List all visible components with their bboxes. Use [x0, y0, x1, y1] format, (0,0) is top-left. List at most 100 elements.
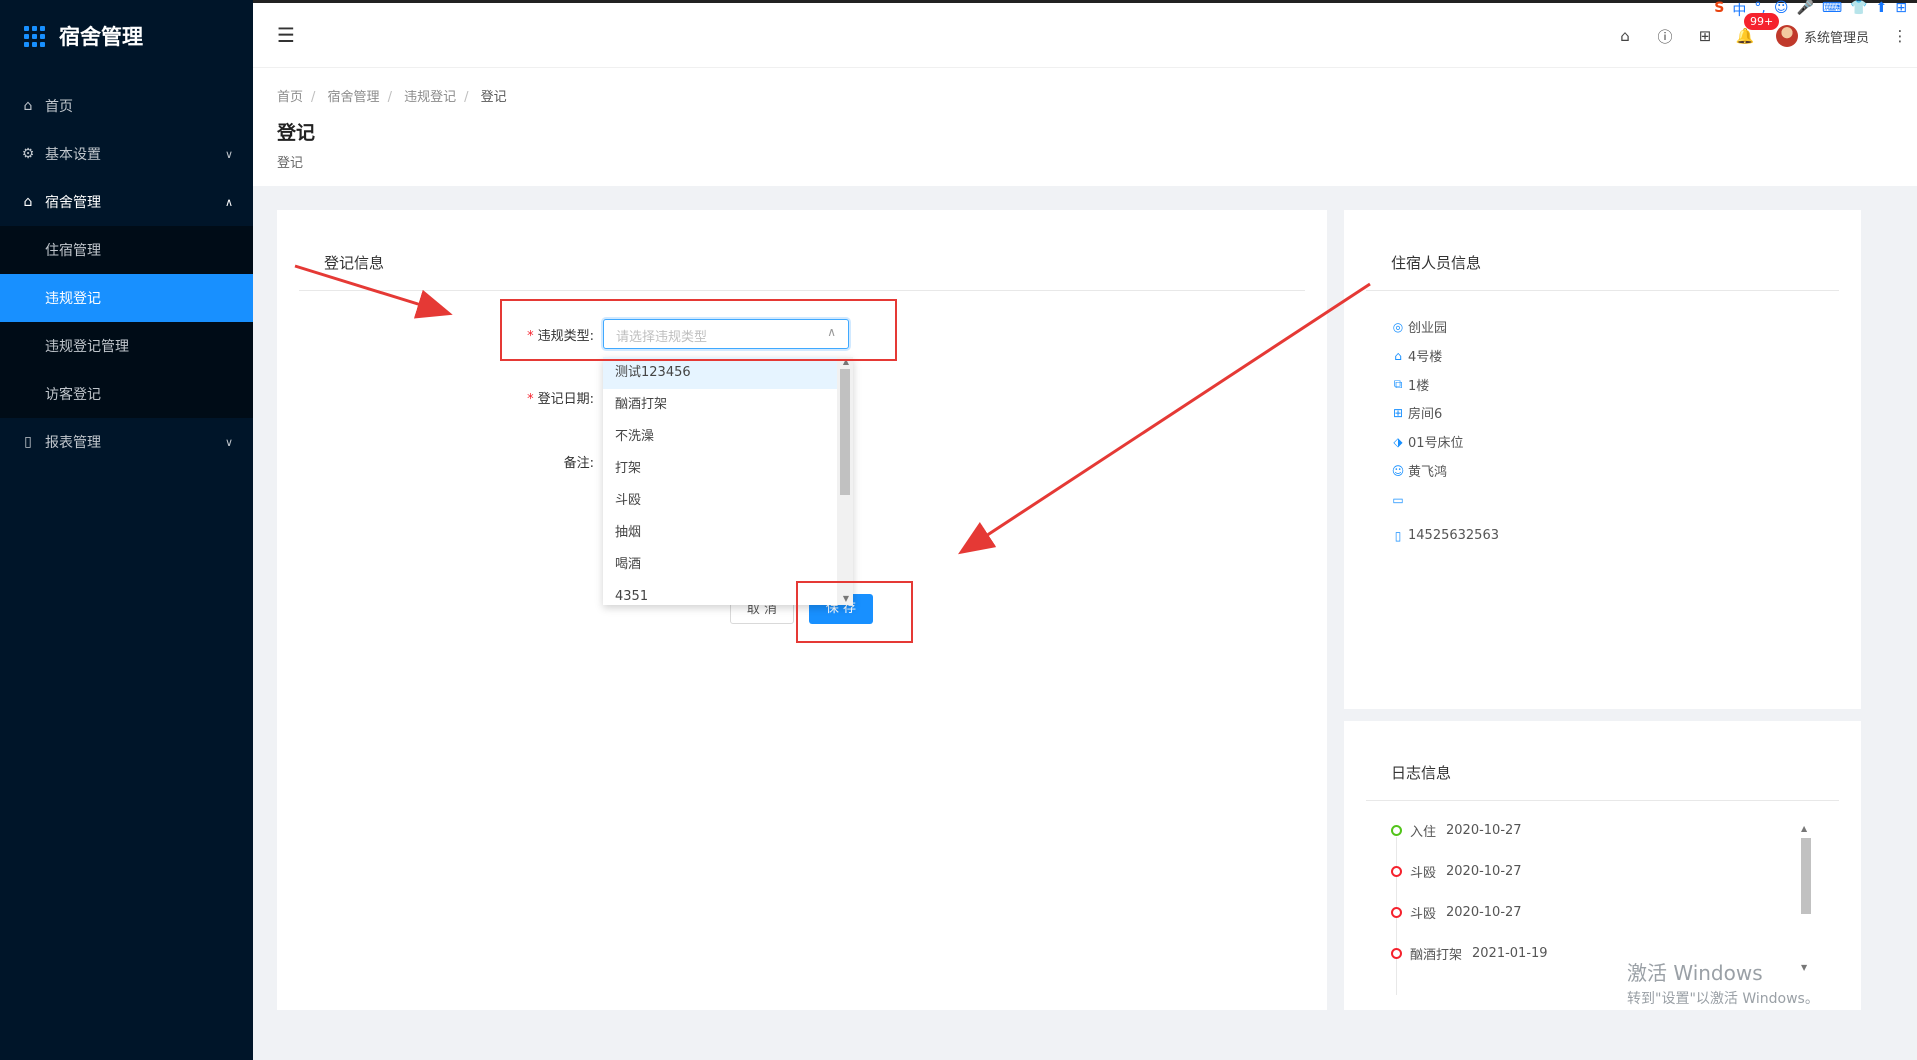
divider [299, 290, 1305, 291]
chevron-down-icon: ∨ [224, 147, 233, 161]
menu-fold-icon[interactable]: ☰ [277, 23, 295, 47]
card-title: 登记信息 [324, 254, 385, 272]
grid-icon[interactable]: ⊞ [1895, 0, 1907, 20]
id-card-icon: ▭ [1392, 493, 1404, 507]
annotation-box-select [500, 299, 897, 361]
microphone-icon[interactable]: 🎤 [1796, 0, 1813, 20]
chevron-up-icon: ∧ [224, 195, 233, 209]
bell-icon[interactable]: 🔔 99+ [1736, 13, 1780, 45]
sidebar-item-accommodation[interactable]: 住宿管理 [0, 226, 253, 274]
user-menu[interactable]: 系统管理员 [1775, 25, 1869, 47]
scroll-up-icon[interactable]: ▲ [1801, 824, 1807, 833]
info-bed: ⬗ 01号床位 [1391, 432, 1463, 452]
keyboard-icon[interactable]: ⌨ [1822, 0, 1842, 20]
date-label: * 登记日期: [527, 392, 594, 407]
dropdown-option[interactable]: 喝酒 [603, 549, 837, 581]
gear-icon: ⚙ [21, 146, 35, 162]
tag-icon: ⬗ [1393, 434, 1403, 449]
system-tray: S 中 °, ☺ 🎤 ⌨ 👕 ⬆ ⊞ [1714, 0, 1907, 20]
sidebar-item-reports[interactable]: ▯ 报表管理 ∨ [0, 418, 253, 466]
location-pin-icon: ◎ [1392, 319, 1404, 334]
log-scrollbar[interactable]: ▲ ▼ [1799, 824, 1813, 972]
top-header: ☰ S 中 °, ☺ 🎤 ⌨ 👕 ⬆ ⊞ ⌂ ⓘ ⊞ 🔔 99+ 系统管理员 ⋮ [253, 0, 1917, 68]
timeline-dot [1391, 866, 1402, 877]
card-title: 住宿人员信息 [1391, 254, 1482, 272]
card-title: 日志信息 [1391, 764, 1452, 782]
register-card: 登记信息 * 违规类型: 请选择违规类型 ∧ * 登记日期: 备注: 取 消 保 存… [277, 210, 1327, 1010]
dropdown-option[interactable]: 不洗澡 [603, 421, 837, 453]
more-vertical-icon[interactable]: ⋮ [1891, 27, 1909, 45]
sidebar-item-visitor-register[interactable]: 访客登记 [0, 370, 253, 418]
breadcrumb-item[interactable]: 违规登记 [404, 90, 456, 105]
info-floor: ⧉ 1楼 [1391, 375, 1430, 394]
divider [1366, 800, 1839, 801]
scrollbar-thumb[interactable] [1801, 838, 1811, 914]
sidebar-item-home[interactable]: ⌂ 首页 [0, 82, 253, 130]
info-id-card: ▭ [1391, 493, 1408, 507]
sidebar-item-label: 违规登记 [45, 291, 101, 307]
resident-info-card: 住宿人员信息 ◎ 创业园 ⌂ 4号楼 ⧉ 1楼 ⊞ 房间6 ⬗ 01号床位 ☺ 黄飞鸿 ▭ … [1344, 210, 1861, 709]
log-entry: 斗殴 2020-10-27 [1391, 862, 1522, 881]
floor-icon: ⧉ [1393, 377, 1403, 391]
dropdown-option[interactable]: 酗酒打架 [603, 389, 837, 421]
annotation-box-save [796, 581, 913, 643]
violation-type-dropdown: 测试123456 酗酒打架 不洗澡 打架 斗殴 抽烟 喝酒 4351 ▲ ▼ [603, 357, 853, 605]
sidebar-item-label: 违规登记管理 [45, 339, 129, 355]
smile-icon: ☺ [1391, 463, 1405, 478]
timeline-dot [1391, 948, 1402, 959]
log-entry: 斗殴 2020-10-27 [1391, 903, 1522, 922]
header-actions: ⌂ ⓘ ⊞ 🔔 99+ 系统管理员 ⋮ [1616, 13, 1909, 47]
sidebar-item-label: 首页 [45, 99, 73, 115]
sidebar-item-basic-settings[interactable]: ⚙ 基本设置 ∨ [0, 130, 253, 178]
sidebar-item-dorm-management[interactable]: ⌂ 宿舍管理 ∧ [0, 178, 253, 226]
log-entry: 入住 2020-10-27 [1391, 821, 1522, 840]
home-icon[interactable]: ⌂ [1616, 27, 1634, 45]
dropdown-option[interactable]: 抽烟 [603, 517, 837, 549]
breadcrumb: 首页 / 宿舍管理 / 违规登记 / 登记 [277, 90, 507, 105]
page-header: 首页 / 宿舍管理 / 违规登记 / 登记 登记 登记 [253, 68, 1917, 186]
info-campus: ◎ 创业园 [1392, 319, 1448, 337]
room-icon: ⊞ [1392, 405, 1404, 420]
home-icon: ⌂ [23, 98, 33, 114]
sidebar-item-label: 访客登记 [45, 387, 101, 403]
notification-badge: 99+ [1743, 13, 1780, 30]
info-building: ⌂ 4号楼 [1391, 346, 1442, 366]
avatar [1775, 25, 1798, 47]
breadcrumb-item[interactable]: 宿舍管理 [328, 90, 380, 105]
sidebar-item-violation-register[interactable]: 违规登记 [0, 274, 253, 322]
chevron-down-icon: ∨ [224, 435, 233, 449]
sidebar-item-label: 基本设置 [45, 147, 101, 163]
sidebar-item-label: 住宿管理 [45, 243, 101, 259]
sidebar-submenu: 住宿管理 违规登记 违规登记管理 访客登记 [0, 226, 253, 418]
remark-label: 备注: [563, 456, 594, 471]
phone-icon: ▯ [1394, 528, 1402, 543]
apps-grid-icon [24, 25, 45, 47]
timeline-dot [1391, 825, 1402, 836]
home-icon: ⌂ [23, 194, 33, 210]
page-subtitle: 登记 [277, 156, 304, 171]
sidebar-item-label: 宿舍管理 [45, 195, 101, 211]
breadcrumb-current: 登记 [480, 90, 507, 105]
app-title: 宿舍管理 [59, 25, 143, 49]
apps-icon[interactable]: ⊞ [1696, 27, 1714, 45]
log-entry: 酗酒打架 2021-01-19 [1391, 944, 1548, 963]
page-title: 登记 [277, 122, 316, 144]
sidebar-item-violation-management[interactable]: 违规登记管理 [0, 322, 253, 370]
dropdown-option[interactable]: 测试123456 [603, 357, 837, 389]
windows-activation-watermark: 激活 Windows 转到"设置"以激活 Windows。 [1627, 961, 1819, 1007]
document-icon: ▯ [24, 434, 32, 450]
scrollbar-thumb[interactable] [840, 369, 850, 495]
ime-s-icon[interactable]: S [1714, 0, 1724, 20]
app-logo[interactable]: 宿舍管理 [0, 0, 253, 72]
info-phone: ▯ 14525632563 [1391, 528, 1499, 543]
info-name: ☺ 黄飞鸿 [1391, 463, 1448, 481]
breadcrumb-item[interactable]: 首页 [277, 90, 303, 105]
upload-icon[interactable]: ⬆ [1876, 0, 1888, 20]
dropdown-option[interactable]: 打架 [603, 453, 837, 485]
dropdown-option[interactable]: 斗殴 [603, 485, 837, 517]
dropdown-scrollbar[interactable]: ▲ ▼ [837, 357, 853, 605]
home-icon: ⌂ [1394, 348, 1402, 363]
shirt-icon[interactable]: 👕 [1850, 0, 1867, 20]
sidebar: 宿舍管理 ⌂ 首页 ⚙ 基本设置 ∨ ⌂ 宿舍管理 ∧ 住宿管理 违规登记 违规… [0, 0, 253, 1060]
help-icon[interactable]: ⓘ [1656, 27, 1674, 46]
